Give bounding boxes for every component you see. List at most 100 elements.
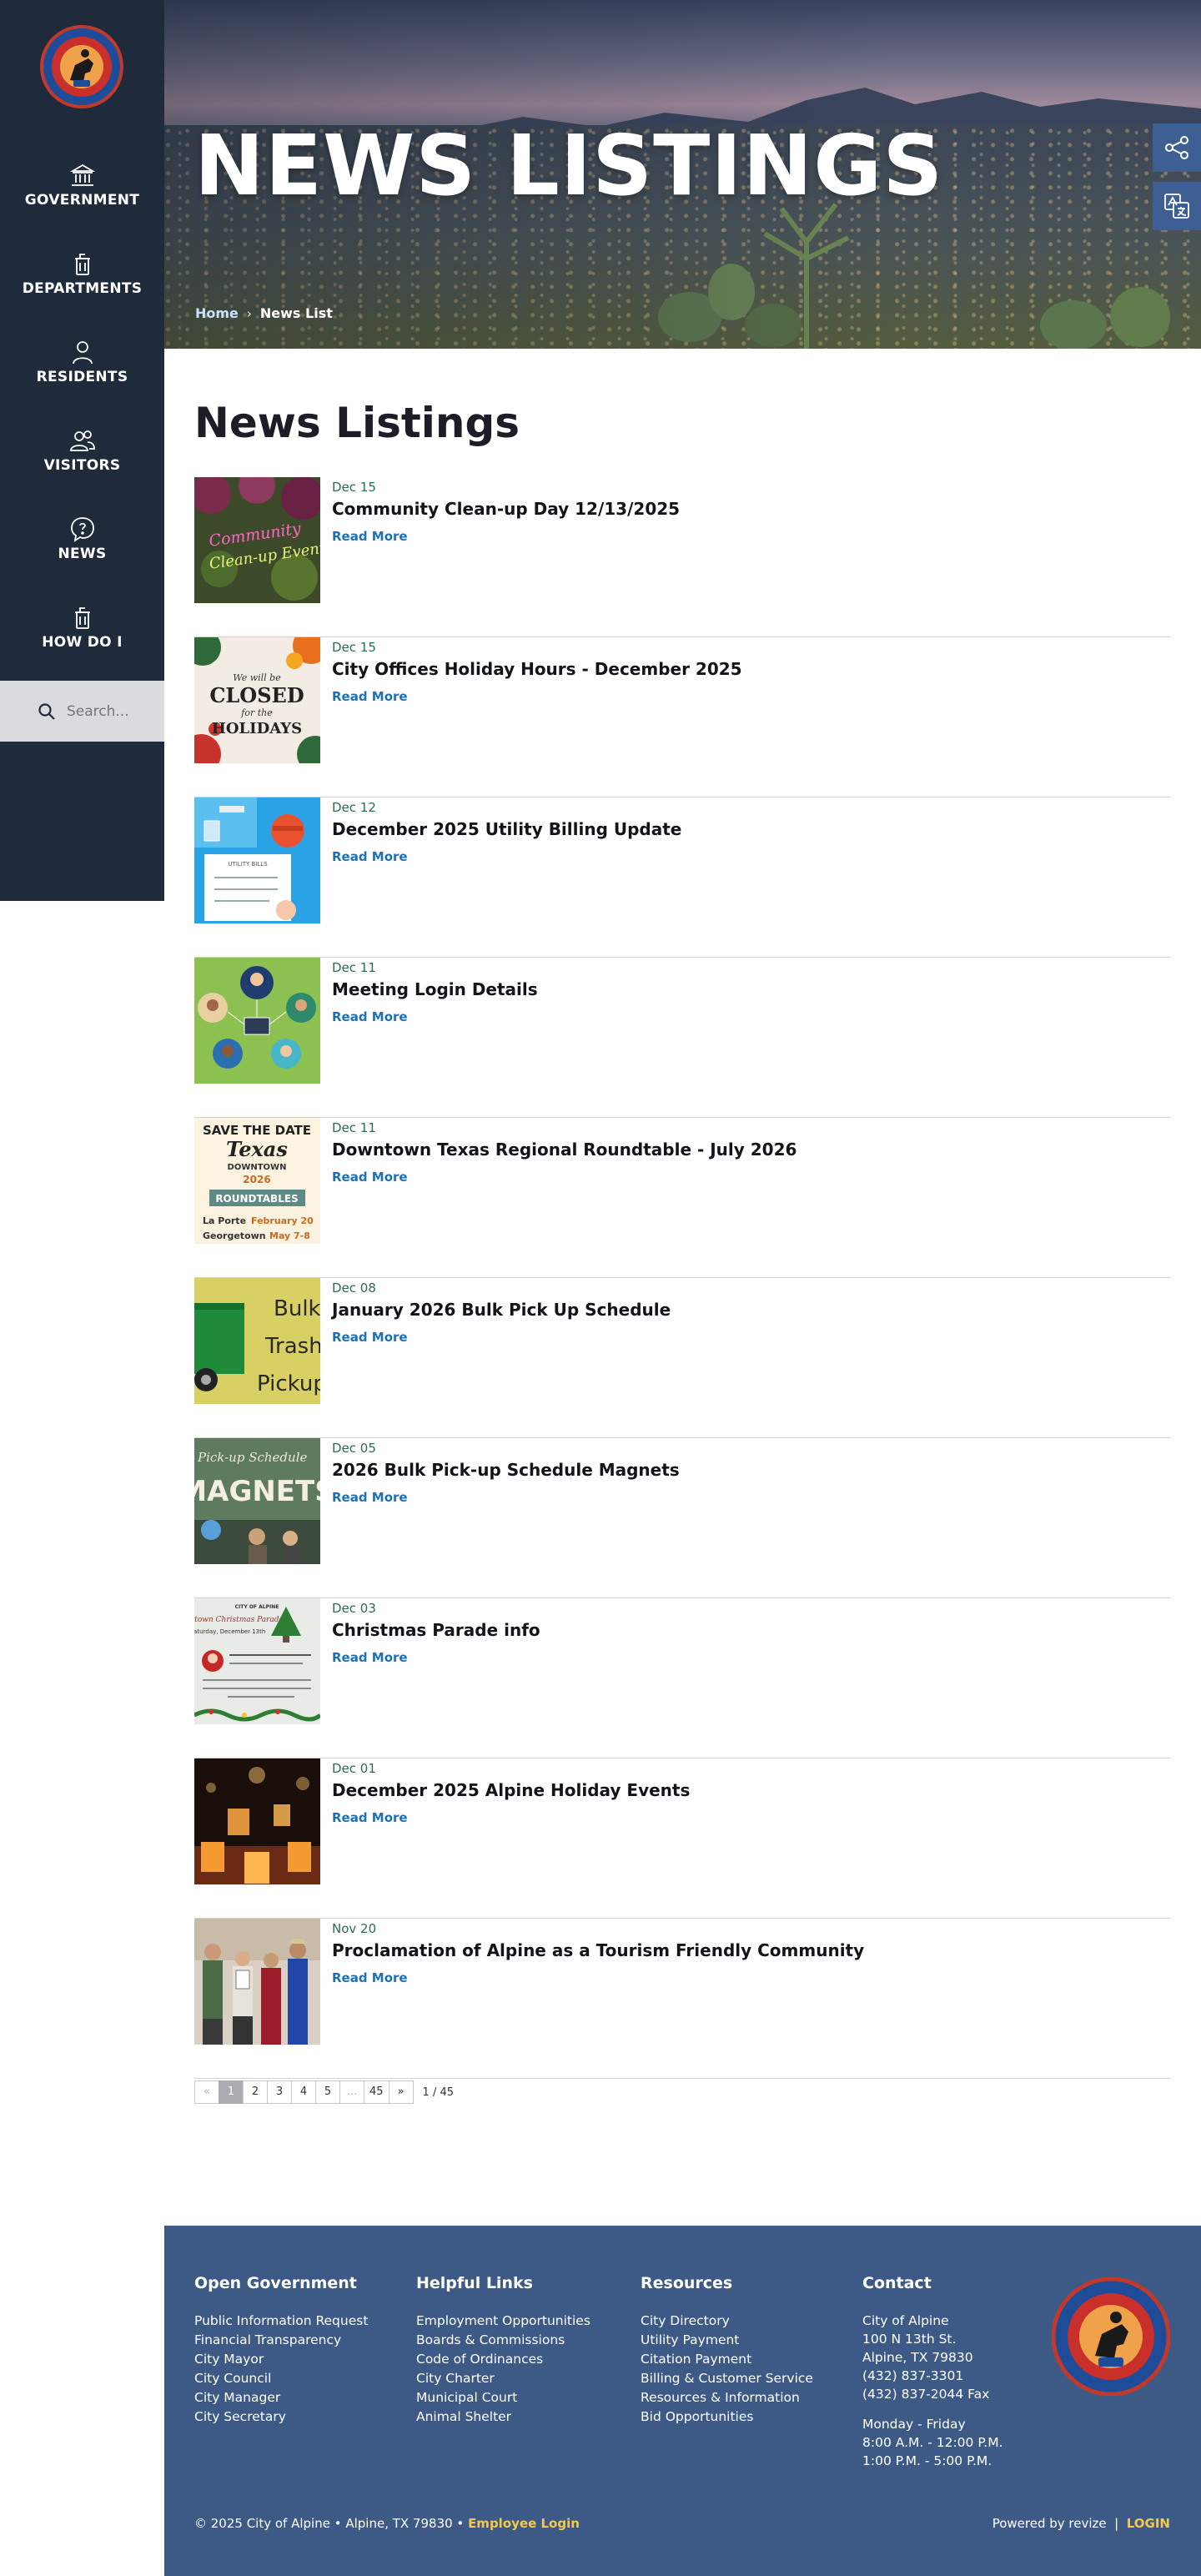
footer-link[interactable]: Billing & Customer Service (641, 2369, 813, 2388)
svg-text:for the: for the (240, 707, 273, 718)
footer-link[interactable]: Employment Opportunities (416, 2312, 590, 2331)
news-title-link[interactable]: January 2026 Bulk Pick Up Schedule (332, 1300, 671, 1320)
sidebar-search[interactable] (0, 681, 164, 742)
footer-link[interactable]: Animal Shelter (416, 2407, 590, 2427)
news-title-link[interactable]: Community Clean-up Day 12/13/2025 (332, 499, 680, 519)
footer-divider: | (1114, 2516, 1119, 2531)
footer-column-helpful-links: Helpful Links Employment Opportunities B… (416, 2274, 590, 2427)
svg-text:2026: 2026 (243, 1174, 270, 1185)
news-thumbnail[interactable]: CITY OF ALPINE Hometown Christmas Parade… (194, 1598, 320, 1724)
pagination-page-1[interactable]: 1 (219, 2080, 244, 2104)
read-more-link[interactable]: Read More (332, 689, 408, 704)
read-more-link[interactable]: Read More (332, 1490, 408, 1505)
read-more-link[interactable]: Read More (332, 1970, 408, 1985)
pagination-next[interactable]: » (388, 2080, 414, 2104)
news-thumbnail[interactable]: Bulk Trash Pickup (194, 1278, 320, 1404)
footer-link[interactable]: Citation Payment (641, 2350, 813, 2369)
footer-link[interactable]: City Directory (641, 2312, 813, 2331)
news-title-link[interactable]: December 2025 Utility Billing Update (332, 819, 681, 839)
nav-how-do-i[interactable]: HOW DO I (0, 592, 164, 681)
footer-link[interactable]: Boards & Commissions (416, 2331, 590, 2350)
footer-column-open-government: Open Government Public Information Reque… (194, 2274, 368, 2427)
news-thumbnail[interactable]: UTILITY BILLS (194, 797, 320, 923)
read-more-link[interactable]: Read More (332, 1650, 408, 1665)
person-icon (69, 339, 96, 365)
read-more-link[interactable]: Read More (332, 529, 408, 544)
pagination-page-4[interactable]: 4 (291, 2080, 316, 2104)
search-icon[interactable] (37, 702, 57, 722)
footer-link[interactable]: City Mayor (194, 2350, 368, 2369)
contact-fax: (432) 837-2044 Fax (862, 2387, 990, 2402)
search-input[interactable] (67, 701, 158, 722)
news-title-link[interactable]: Meeting Login Details (332, 979, 538, 999)
news-thumbnail[interactable]: Pick-up Schedule MAGNETS (194, 1438, 320, 1564)
employee-login-link[interactable]: Employee Login (468, 2516, 580, 2531)
footer-copyright: © 2025 City of Alpine • Alpine, TX 79830… (194, 2516, 580, 2531)
page-title: News Listings (194, 399, 520, 447)
news-title-link[interactable]: Proclamation of Alpine as a Tourism Frie… (332, 1940, 864, 1960)
news-title-link[interactable]: 2026 Bulk Pick-up Schedule Magnets (332, 1460, 680, 1480)
news-item: UTILITY BILLS Dec 12 December 2025 Utili… (194, 797, 1170, 958)
breadcrumb-home-link[interactable]: Home (195, 305, 239, 321)
hours-line: 8:00 A.M. - 12:00 P.M. (862, 2435, 1003, 2450)
contact-line: Alpine, TX 79830 (862, 2350, 973, 2365)
read-more-link[interactable]: Read More (332, 849, 408, 864)
hours-line: 1:00 P.M. - 5:00 P.M. (862, 2453, 992, 2468)
pagination-page-2[interactable]: 2 (243, 2080, 268, 2104)
news-title-link[interactable]: Christmas Parade info (332, 1620, 540, 1640)
footer-link[interactable]: City Charter (416, 2369, 590, 2388)
news-thumbnail[interactable]: Community Clean-up Event (194, 477, 320, 603)
footer-link[interactable]: City Council (194, 2369, 368, 2388)
svg-text:CLOSED: CLOSED (209, 683, 304, 707)
speech-bubble-icon (69, 516, 96, 542)
read-more-link[interactable]: Read More (332, 1810, 408, 1825)
svg-text:Georgetown: Georgetown (203, 1230, 266, 1241)
pagination-ellipsis: … (339, 2080, 364, 2104)
translate-button[interactable] (1153, 182, 1201, 230)
nav-residents[interactable]: RESIDENTS (0, 327, 164, 415)
pagination: « 1 2 3 4 5 … 45 » 1 / 45 (194, 2080, 454, 2104)
nav-government[interactable]: GOVERNMENT (0, 150, 164, 239)
footer-link[interactable]: City Manager (194, 2388, 368, 2407)
pagination-page-45[interactable]: 45 (364, 2080, 389, 2104)
share-button[interactable] (1153, 123, 1201, 172)
news-title-link[interactable]: December 2025 Alpine Holiday Events (332, 1780, 690, 1800)
read-more-link[interactable]: Read More (332, 1330, 408, 1345)
news-thumbnail[interactable] (194, 1919, 320, 2045)
footer-link[interactable]: Financial Transparency (194, 2331, 368, 2350)
svg-text:La Porte: La Porte (203, 1215, 246, 1226)
nav-news[interactable]: NEWS (0, 504, 164, 592)
footer-heading: Resources (641, 2274, 733, 2292)
news-thumbnail[interactable] (194, 1758, 320, 1884)
nav-visitors[interactable]: VISITORS (0, 415, 164, 504)
news-title-link[interactable]: Downtown Texas Regional Roundtable - Jul… (332, 1140, 796, 1160)
city-seal-logo[interactable] (40, 25, 123, 108)
footer-link[interactable]: Bid Opportunities (641, 2407, 813, 2427)
news-title-link[interactable]: City Offices Holiday Hours - December 20… (332, 659, 742, 679)
read-more-link[interactable]: Read More (332, 1009, 408, 1024)
contact-phone[interactable]: (432) 837-3301 (862, 2367, 1003, 2385)
contact-line: 100 N 13th St. (862, 2332, 957, 2347)
footer-link[interactable]: City Secretary (194, 2407, 368, 2427)
news-thumbnail[interactable]: We will be CLOSED for the HOLIDAYS (194, 637, 320, 763)
read-more-link[interactable]: Read More (332, 1170, 408, 1185)
footer-powered: Powered by revize | LOGIN (992, 2516, 1170, 2531)
pagination-page-3[interactable]: 3 (267, 2080, 292, 2104)
footer-link[interactable]: Code of Ordinances (416, 2350, 590, 2369)
nav-departments[interactable]: DEPARTMENTS (0, 239, 164, 327)
news-thumbnail[interactable]: SAVE THE DATE Texas DOWNTOWN 2026 ROUNDT… (194, 1118, 320, 1244)
news-date: Nov 20 (332, 1921, 377, 1936)
news-thumbnail[interactable] (194, 958, 320, 1084)
powered-by-revize-link[interactable]: Powered by revize (992, 2516, 1107, 2531)
nav-how-do-i-label: HOW DO I (42, 634, 123, 651)
pagination-prev[interactable]: « (194, 2080, 219, 2104)
login-link[interactable]: LOGIN (1127, 2516, 1170, 2531)
footer-link[interactable]: Utility Payment (641, 2331, 813, 2350)
footer-heading: Helpful Links (416, 2274, 533, 2292)
svg-text:DOWNTOWN: DOWNTOWN (228, 1163, 287, 1172)
footer-link[interactable]: Municipal Court (416, 2388, 590, 2407)
footer-link[interactable]: Resources & Information (641, 2388, 813, 2407)
news-item: Bulk Trash Pickup Dec 08 January 2026 Bu… (194, 1278, 1170, 1438)
pagination-page-5[interactable]: 5 (315, 2080, 340, 2104)
footer-link[interactable]: Public Information Request (194, 2312, 368, 2331)
